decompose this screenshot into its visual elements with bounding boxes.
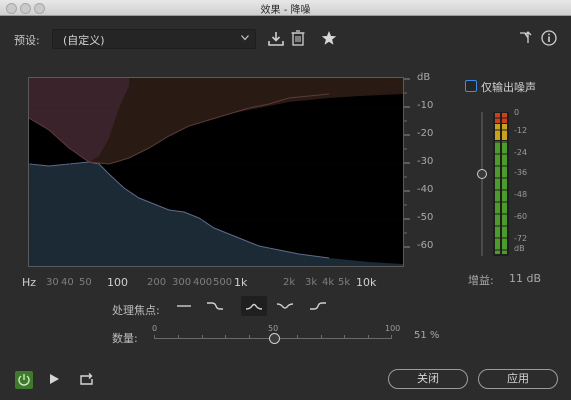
amount-label: 数量: bbox=[112, 332, 138, 345]
noise-spectrum-plot bbox=[28, 78, 403, 266]
db-tick: dB bbox=[417, 72, 431, 83]
high-mid-focus-icon bbox=[276, 303, 294, 309]
db-tick: -10 bbox=[417, 100, 434, 111]
play-icon[interactable] bbox=[48, 373, 60, 385]
freq-tick: 10k bbox=[356, 276, 377, 289]
amount-value[interactable]: 51 % bbox=[414, 330, 439, 341]
db-tick: -60 bbox=[417, 240, 434, 251]
signal-routing-icon[interactable] bbox=[519, 31, 533, 45]
level-meter bbox=[493, 112, 509, 256]
gain-label: 增益: bbox=[468, 274, 494, 287]
apply-button[interactable]: 应用 bbox=[478, 369, 558, 389]
window-title: 效果 - 降噪 bbox=[260, 5, 311, 16]
preset-dropdown[interactable]: (自定义) bbox=[52, 29, 256, 49]
amount-slider-knob[interactable] bbox=[269, 333, 280, 344]
db-tick: -50 bbox=[417, 212, 434, 223]
meter-tick: -72 bbox=[514, 234, 528, 243]
amount-max-label: 100 bbox=[385, 324, 401, 333]
power-toggle-button[interactable] bbox=[15, 371, 33, 389]
title-bar: 效果 - 降噪 bbox=[0, 0, 571, 16]
chevron-down-icon bbox=[241, 35, 249, 41]
low-focus-icon bbox=[207, 302, 223, 310]
processing-focus-label: 处理焦点: bbox=[112, 304, 160, 317]
freq-tick: 3k bbox=[305, 277, 318, 288]
power-icon bbox=[18, 374, 30, 386]
preset-value: (自定义) bbox=[63, 34, 105, 47]
meter-tick: -36 bbox=[514, 168, 528, 177]
flat-focus-button[interactable] bbox=[171, 296, 197, 316]
meter-tick: -60 bbox=[514, 212, 528, 221]
flat-focus-icon bbox=[177, 305, 191, 307]
amount-min-label: 0 bbox=[152, 324, 158, 333]
gain-slider[interactable] bbox=[474, 112, 494, 258]
freq-tick: 1k bbox=[234, 276, 248, 289]
db-scale-ruler bbox=[404, 78, 410, 248]
freq-tick: 4k bbox=[322, 277, 335, 288]
meter-tick: dB bbox=[514, 244, 525, 253]
freq-tick: 5k bbox=[338, 277, 351, 288]
freq-tick: 300 bbox=[172, 277, 192, 288]
db-tick: -40 bbox=[417, 184, 434, 195]
low-focus-button[interactable] bbox=[202, 296, 228, 316]
db-tick: -20 bbox=[417, 128, 434, 139]
high-mid-focus-button[interactable] bbox=[272, 296, 298, 316]
db-tick: -30 bbox=[417, 156, 434, 167]
info-icon[interactable] bbox=[541, 30, 557, 46]
freq-tick: 40 bbox=[61, 277, 74, 288]
download-preset-icon[interactable] bbox=[268, 31, 284, 47]
loop-icon[interactable] bbox=[79, 372, 95, 386]
favorite-star-icon[interactable] bbox=[321, 30, 337, 46]
high-focus-icon bbox=[310, 302, 326, 310]
freq-tick: 2k bbox=[283, 277, 296, 288]
spectrum-graph[interactable] bbox=[28, 77, 404, 267]
output-noise-only-label: 仅输出噪声 bbox=[481, 81, 536, 94]
mid-focus-button[interactable] bbox=[241, 296, 267, 316]
freq-tick: 500 bbox=[213, 277, 233, 288]
close-button[interactable]: 关闭 bbox=[388, 369, 468, 389]
output-noise-only-checkbox[interactable] bbox=[465, 80, 477, 92]
freq-tick: 30 bbox=[46, 277, 59, 288]
freq-tick: 100 bbox=[107, 276, 128, 289]
amount-mid-label: 50 bbox=[268, 324, 279, 333]
delete-preset-icon[interactable] bbox=[291, 30, 305, 46]
gain-value[interactable]: 11 dB bbox=[509, 272, 541, 285]
meter-tick: 0 bbox=[514, 108, 520, 117]
high-focus-button[interactable] bbox=[305, 296, 331, 316]
meter-tick: -48 bbox=[514, 190, 528, 199]
meter-tick: -24 bbox=[514, 148, 528, 157]
freq-tick: Hz bbox=[22, 276, 37, 289]
mid-focus-icon bbox=[245, 303, 263, 310]
freq-tick: 50 bbox=[79, 277, 92, 288]
freq-tick: 200 bbox=[147, 277, 167, 288]
meter-tick: -12 bbox=[514, 126, 528, 135]
preset-label: 预设: bbox=[14, 34, 40, 47]
freq-tick: 400 bbox=[193, 277, 213, 288]
